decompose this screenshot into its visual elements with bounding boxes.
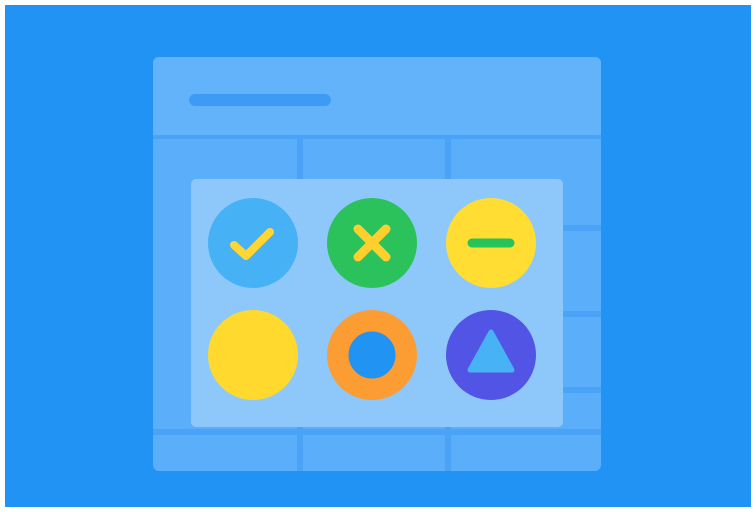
- solid-circle-icon: [208, 310, 298, 400]
- header-title-placeholder: [189, 94, 331, 106]
- table-row-divider: [563, 387, 601, 393]
- check-icon: [208, 198, 298, 288]
- triangle-icon: [446, 310, 536, 400]
- card-header: [153, 57, 601, 139]
- table-row-divider: [563, 225, 601, 231]
- cross-icon: [327, 198, 417, 288]
- table-row-divider: [153, 429, 601, 435]
- table-row-divider: [563, 311, 601, 317]
- minus-icon: [446, 198, 536, 288]
- ring-icon: [327, 310, 417, 400]
- illustration-background: [5, 5, 751, 507]
